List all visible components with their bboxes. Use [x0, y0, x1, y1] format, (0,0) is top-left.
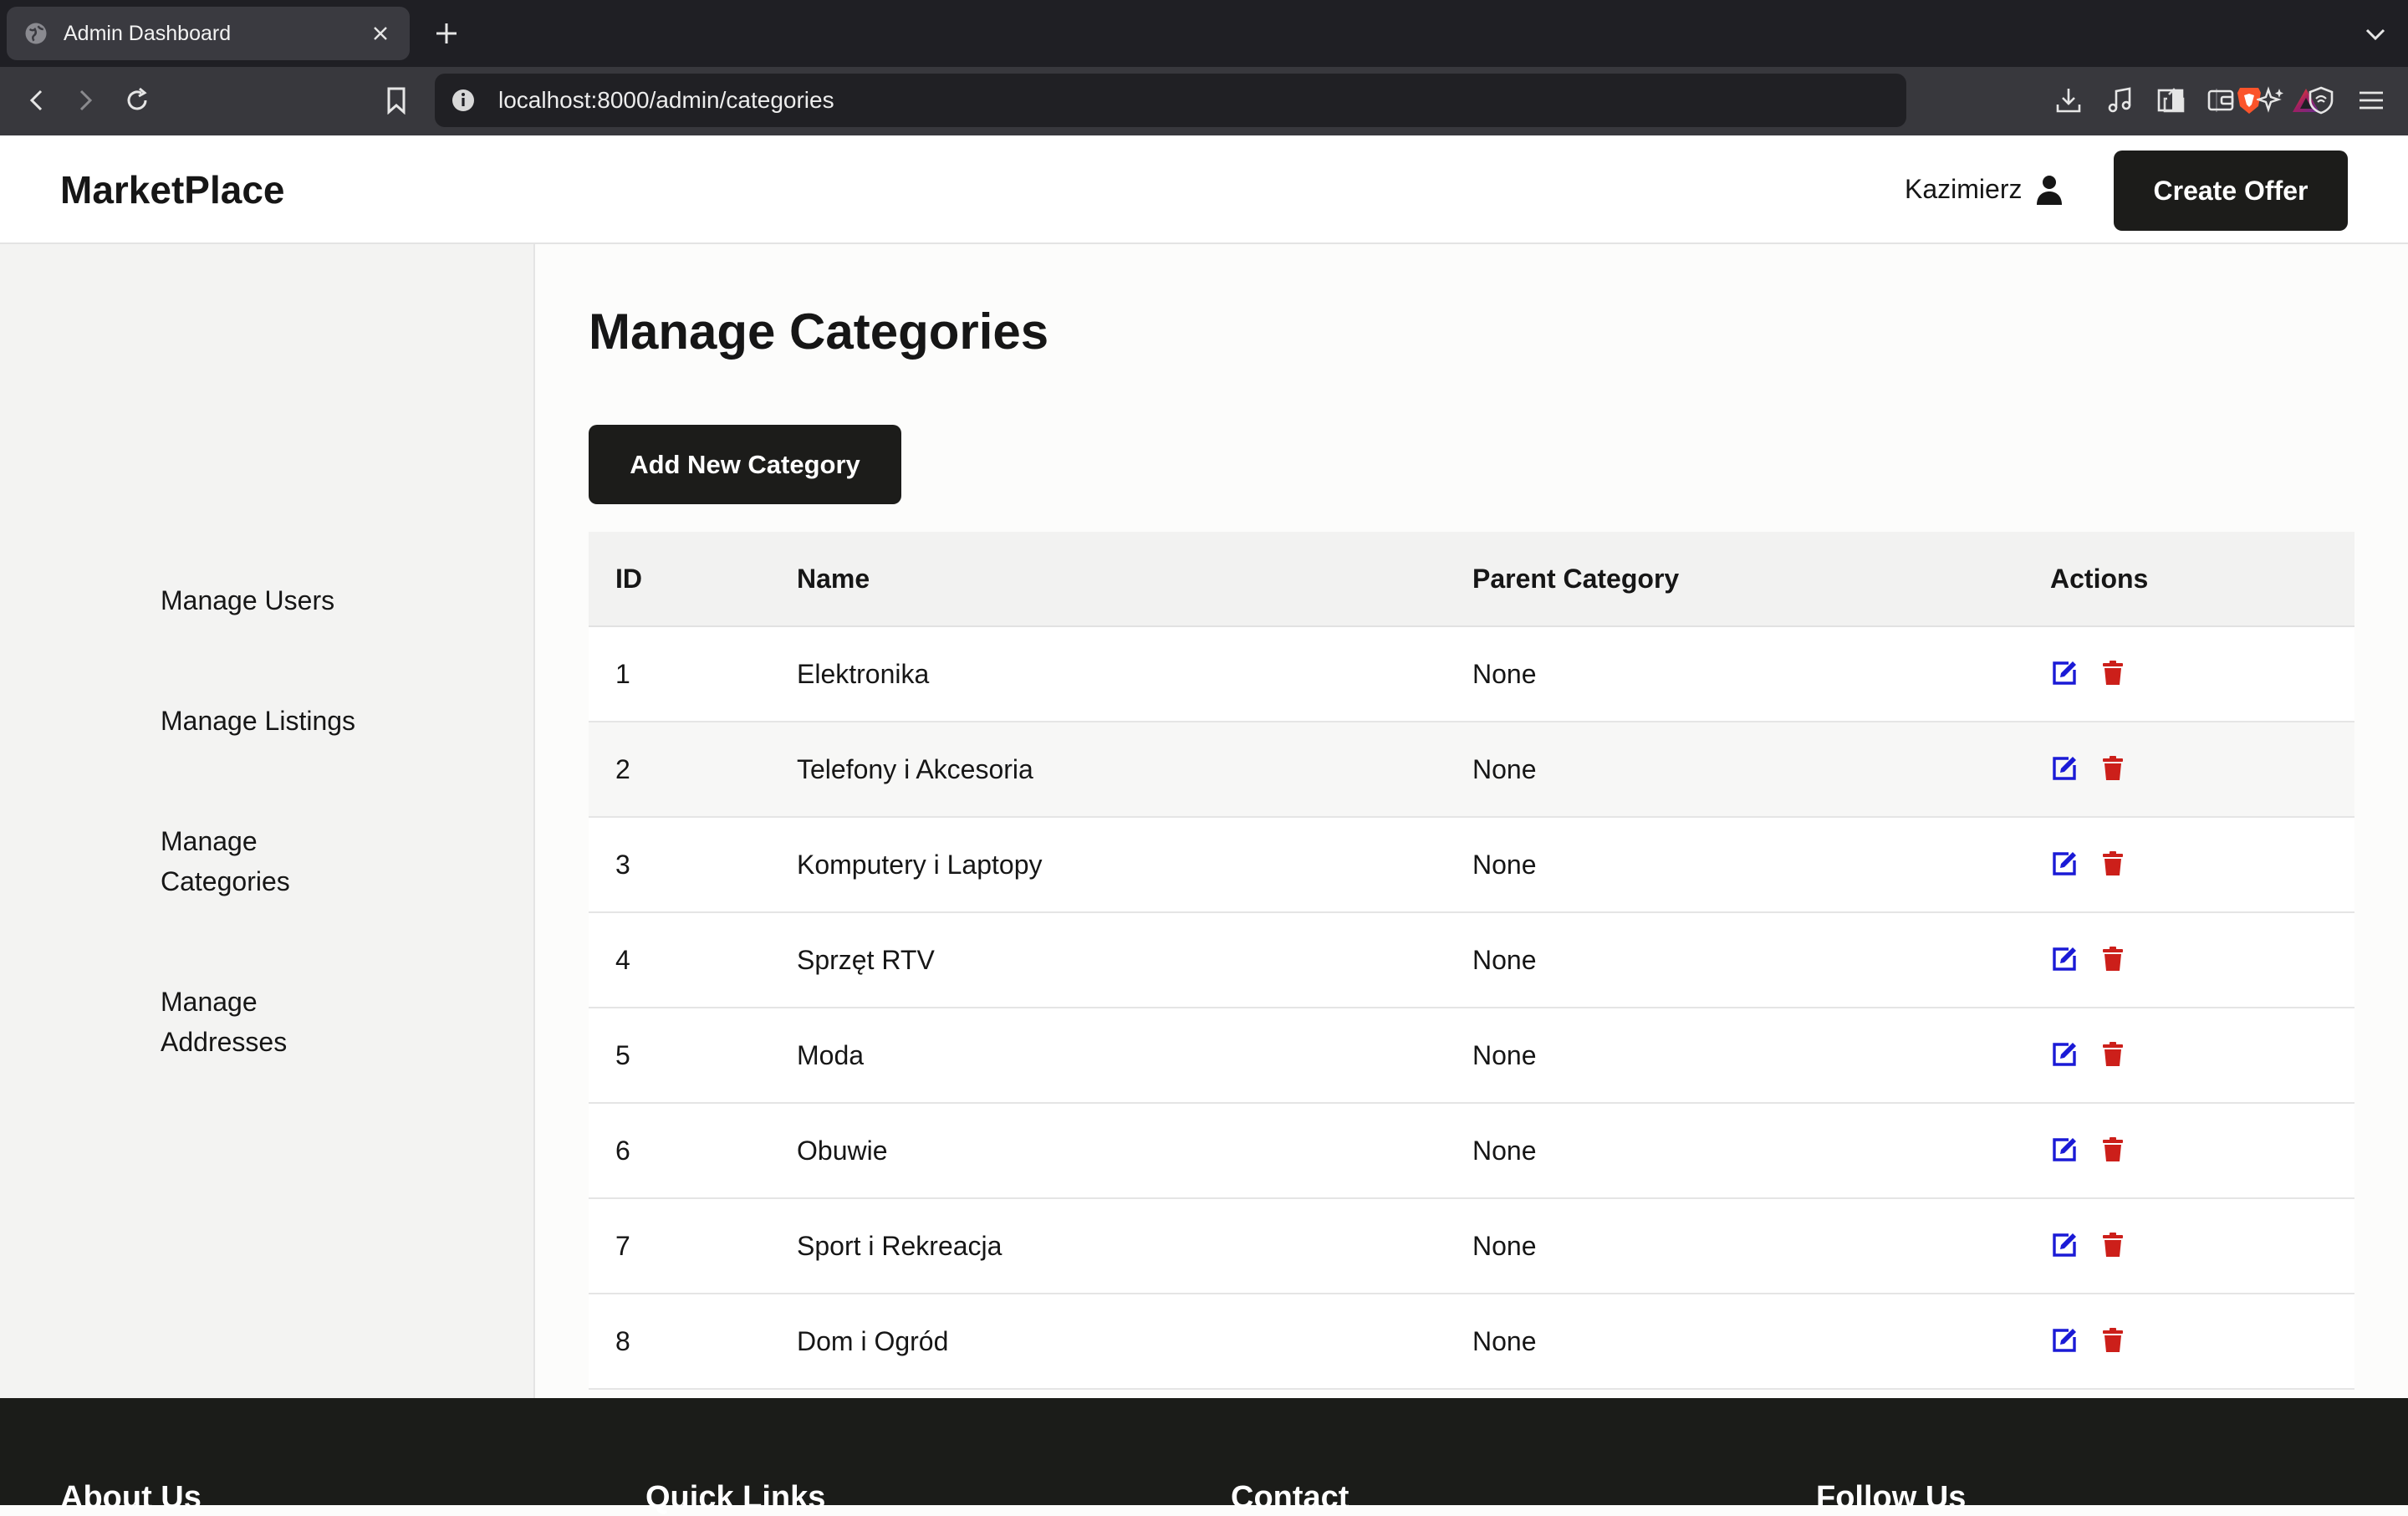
footer-heading-contact: Contact — [1231, 1480, 1349, 1515]
cell-parent-category: None — [1472, 754, 1537, 784]
cell-parent-category: None — [1472, 945, 1537, 975]
table-header: ID Name Parent Category Actions — [589, 532, 2354, 627]
column-header-actions: Actions — [2050, 564, 2149, 594]
sidebar-item-manage-addresses[interactable]: Manage Addresses — [161, 982, 328, 1062]
cell-parent-category: None — [1472, 1326, 1537, 1356]
site-info-icon[interactable] — [448, 85, 478, 115]
table-row: 4 Sprzęt RTV None — [589, 913, 2354, 1008]
cell-id: 3 — [615, 850, 630, 880]
footer-heading-quick-links: Quick Links — [645, 1480, 826, 1515]
cell-name: Moda — [797, 1040, 865, 1070]
table-row: 8 Dom i Ogród None — [589, 1294, 2354, 1390]
column-header-parent-category: Parent Category — [1472, 564, 1680, 594]
reload-icon[interactable] — [120, 84, 154, 117]
edit-icon[interactable] — [2050, 945, 2079, 973]
cell-id: 4 — [615, 945, 630, 975]
back-arrow-icon[interactable] — [20, 84, 54, 117]
cell-name: Telefony i Akcesoria — [797, 754, 1033, 784]
footer-heading-follow-us: Follow Us — [1816, 1480, 1967, 1515]
table-row: 7 Sport i Rekreacja None — [589, 1199, 2354, 1294]
hamburger-menu-icon[interactable] — [2354, 84, 2388, 117]
footer-heading-about-us: About Us — [60, 1480, 202, 1515]
table-row: 1 Elektronika None — [589, 627, 2354, 722]
downloads-icon[interactable] — [2052, 84, 2085, 117]
bookmark-icon[interactable] — [380, 84, 413, 117]
cell-parent-category: None — [1472, 1231, 1537, 1261]
table-row: 2 Telefony i Akcesoria None — [589, 722, 2354, 818]
url-text: localhost:8000/admin/categories — [498, 87, 834, 113]
site-logo[interactable]: MarketPlace — [60, 167, 285, 212]
trash-icon[interactable] — [2099, 945, 2127, 973]
edit-icon[interactable] — [2050, 659, 2079, 687]
cell-name: Sprzęt RTV — [797, 945, 935, 975]
trash-icon[interactable] — [2099, 1326, 2127, 1355]
new-tab-plus-icon[interactable] — [431, 18, 462, 48]
cell-parent-category: None — [1472, 1040, 1537, 1070]
vpn-shield-icon[interactable] — [2304, 84, 2338, 117]
close-tab-icon[interactable] — [368, 21, 393, 46]
trash-icon[interactable] — [2099, 1040, 2127, 1069]
browser-tab-bar: Admin Dashboard — [0, 0, 2408, 67]
column-header-id: ID — [615, 564, 642, 594]
table-row: 6 Obuwie None — [589, 1104, 2354, 1199]
forward-arrow-icon[interactable] — [69, 84, 102, 117]
edit-icon[interactable] — [2050, 754, 2079, 783]
cell-name: Elektronika — [797, 659, 930, 689]
edit-icon[interactable] — [2050, 1326, 2079, 1355]
cell-id: 7 — [615, 1231, 630, 1261]
edit-icon[interactable] — [2050, 1231, 2079, 1259]
admin-sidebar: Manage Users Manage Listings Manage Cate… — [0, 244, 535, 1398]
cell-parent-category: None — [1472, 659, 1537, 689]
add-new-category-button[interactable]: Add New Category — [589, 425, 901, 504]
user-name-link[interactable]: Kazimierz — [1905, 174, 2022, 205]
cell-name: Komputery i Laptopy — [797, 850, 1043, 880]
browser-toolbar: localhost:8000/admin/categories — [0, 67, 2408, 135]
trash-icon[interactable] — [2099, 754, 2127, 783]
user-icon[interactable] — [2035, 174, 2064, 206]
cell-parent-category: None — [1472, 1136, 1537, 1166]
leo-ai-sparkle-icon[interactable] — [2254, 84, 2288, 117]
cell-name: Obuwie — [797, 1136, 888, 1166]
trash-icon[interactable] — [2099, 1231, 2127, 1259]
edit-icon[interactable] — [2050, 1040, 2079, 1069]
table-row: 3 Komputery i Laptopy None — [589, 818, 2354, 913]
cell-id: 6 — [615, 1136, 630, 1166]
site-header: MarketPlace Kazimierz Create Offer — [0, 135, 2408, 244]
sidebar-item-manage-listings[interactable]: Manage Listings — [161, 701, 411, 741]
categories-table: ID Name Parent Category Actions 1 Elektr… — [589, 532, 2354, 1390]
site-footer: About Us Quick Links Contact Follow Us — [0, 1398, 2408, 1515]
sidebar-toggle-icon[interactable] — [2154, 84, 2187, 117]
edit-icon[interactable] — [2050, 850, 2079, 878]
cell-parent-category: None — [1472, 850, 1537, 880]
cell-name: Dom i Ogród — [797, 1326, 949, 1356]
sidebar-item-manage-users[interactable]: Manage Users — [161, 580, 411, 620]
tab-title: Admin Dashboard — [64, 21, 232, 45]
browser-tab-admin-dashboard[interactable]: Admin Dashboard — [7, 7, 410, 60]
trash-icon[interactable] — [2099, 1136, 2127, 1164]
edit-icon[interactable] — [2050, 1136, 2079, 1164]
table-row: 5 Moda None — [589, 1008, 2354, 1104]
trash-icon[interactable] — [2099, 850, 2127, 878]
globe-icon — [25, 23, 47, 44]
media-music-icon[interactable] — [2104, 84, 2137, 117]
cell-id: 2 — [615, 754, 630, 784]
trash-icon[interactable] — [2099, 659, 2127, 687]
sidebar-item-manage-categories[interactable]: Manage Categories — [161, 821, 328, 901]
cell-id: 1 — [615, 659, 630, 689]
address-bar[interactable]: localhost:8000/admin/categories — [435, 74, 2319, 127]
wallet-icon[interactable] — [2204, 84, 2237, 117]
cell-name: Sport i Rekreacja — [797, 1231, 1002, 1261]
create-offer-button[interactable]: Create Offer — [2114, 151, 2348, 231]
cell-id: 8 — [615, 1326, 630, 1356]
page-title: Manage Categories — [589, 304, 1049, 360]
column-header-name: Name — [797, 564, 870, 594]
cell-id: 5 — [615, 1040, 630, 1070]
tab-list-chevron-icon[interactable] — [2363, 22, 2388, 47]
